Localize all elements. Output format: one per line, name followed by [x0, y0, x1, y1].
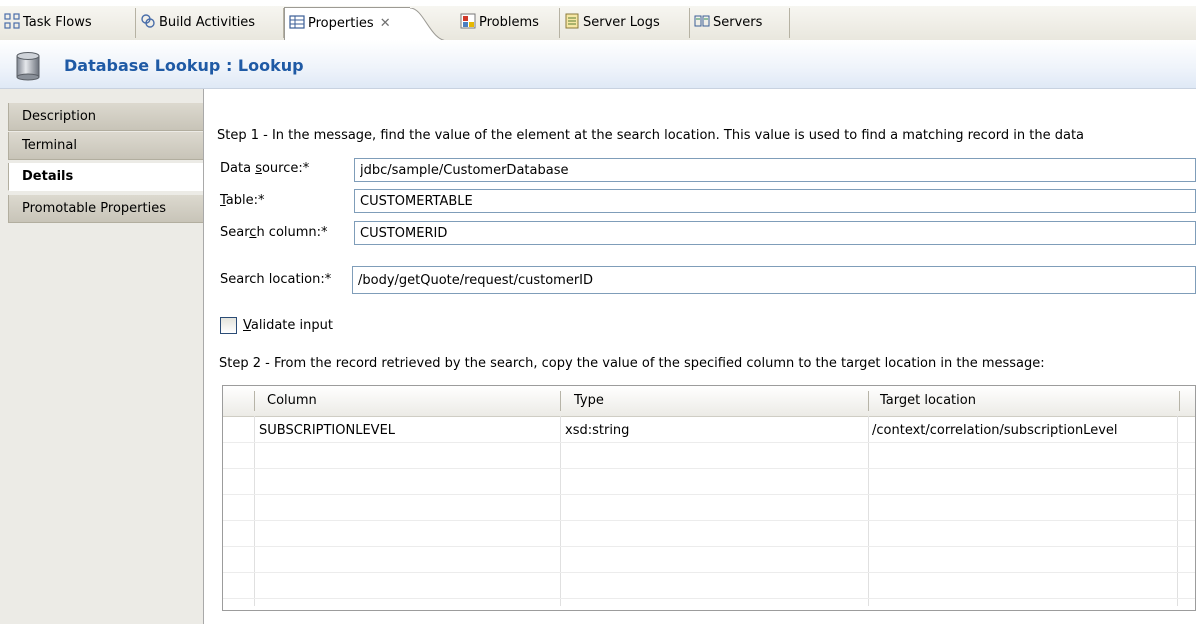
- label-part: ource:*: [261, 161, 310, 176]
- properties-title-bar: Database Lookup : Lookup: [0, 40, 1196, 89]
- column-divider: [254, 416, 255, 606]
- header-separator: [868, 391, 869, 411]
- server-logs-icon: [565, 13, 579, 29]
- tab-server-logs[interactable]: Server Logs: [560, 8, 690, 38]
- validate-input-checkbox[interactable]: [220, 317, 237, 334]
- search-column-label: Search column:*: [220, 225, 328, 240]
- label-part: Data: [220, 161, 256, 176]
- properties-icon: [289, 15, 305, 29]
- row-divider: [223, 546, 1195, 547]
- database-icon: [16, 52, 40, 81]
- sidebar-item-label: Promotable Properties: [22, 201, 166, 216]
- label-part: able:*: [225, 193, 265, 208]
- tab-build-activities[interactable]: Build Activities: [136, 8, 284, 38]
- page-title: Database Lookup : Lookup: [64, 56, 304, 75]
- search-location-label: Search location:*: [220, 272, 332, 287]
- header-separator: [254, 391, 255, 411]
- tab-problems-label: Problems: [479, 15, 539, 30]
- header-separator: [560, 391, 561, 411]
- sidebar-item-label: Details: [22, 169, 74, 184]
- tab-server-logs-label: Server Logs: [583, 15, 660, 30]
- column-divider: [1177, 416, 1178, 606]
- row-divider: [223, 598, 1195, 599]
- sidebar-item-label: Description: [22, 109, 97, 124]
- close-icon[interactable]: ✕: [380, 16, 391, 31]
- servers-icon: [694, 15, 710, 27]
- search-column-field[interactable]: [354, 221, 1196, 245]
- cell-column[interactable]: SUBSCRIPTIONLEVEL: [259, 422, 395, 440]
- row-divider: [223, 494, 1195, 495]
- row-divider: [223, 442, 1195, 443]
- step1-text: Step 1 - In the message, find the value …: [217, 128, 1085, 143]
- view-tab-bar: Task Flows Build Activities Properties ✕ …: [0, 0, 1196, 41]
- tab-slant-decoration: [410, 8, 448, 41]
- row-divider: [223, 572, 1195, 573]
- header-separator: [1179, 391, 1180, 411]
- data-source-field[interactable]: [354, 158, 1196, 182]
- row-divider: [223, 520, 1195, 521]
- properties-sidebar: Description Terminal Details Promotable …: [0, 89, 204, 624]
- sidebar-item-details[interactable]: Details: [8, 163, 203, 191]
- table-field[interactable]: [354, 189, 1196, 213]
- column-divider: [560, 416, 561, 606]
- step2-text: Step 2 - From the record retrieved by th…: [219, 356, 1045, 371]
- task-flows-icon: [4, 13, 20, 29]
- sidebar-item-terminal[interactable]: Terminal: [8, 132, 203, 160]
- validate-input-label: Validate input: [243, 318, 333, 333]
- tab-properties[interactable]: Properties ✕: [284, 7, 448, 41]
- mnemonic: V: [243, 318, 251, 333]
- label-part: alidate input: [250, 318, 333, 333]
- label-part: Sear: [220, 225, 250, 240]
- tab-servers[interactable]: Servers: [690, 8, 790, 38]
- column-header-target-location[interactable]: Target location: [880, 386, 976, 416]
- cell-type[interactable]: xsd:string: [565, 422, 629, 440]
- data-source-label: Data source:*: [220, 161, 309, 176]
- column-divider: [868, 416, 869, 606]
- column-header-column[interactable]: Column: [267, 386, 317, 416]
- row-divider: [223, 468, 1195, 469]
- mnemonic: s: [255, 161, 262, 176]
- tab-task-flows[interactable]: Task Flows: [0, 8, 136, 38]
- sidebar-item-description[interactable]: Description: [8, 103, 203, 131]
- problems-icon: [460, 13, 476, 29]
- column-mapping-table: Column Type Target location SUBSCRIPTION…: [222, 385, 1196, 611]
- tab-servers-label: Servers: [713, 15, 763, 30]
- sidebar-item-label: Terminal: [22, 138, 77, 153]
- sidebar-item-promotable-properties[interactable]: Promotable Properties: [8, 195, 203, 223]
- tab-build-activities-label: Build Activities: [159, 15, 256, 30]
- tab-properties-label: Properties: [308, 16, 374, 31]
- table-header: Column Type Target location: [223, 386, 1195, 417]
- column-header-type[interactable]: Type: [574, 386, 604, 416]
- label-part: h column:*: [256, 225, 328, 240]
- tab-task-flows-label: Task Flows: [23, 15, 92, 30]
- tab-problems[interactable]: Problems: [456, 8, 560, 38]
- search-location-field[interactable]: [352, 266, 1196, 294]
- build-activities-icon: [141, 14, 155, 28]
- table-label: Table:*: [220, 193, 265, 208]
- cell-target-location[interactable]: /context/correlation/subscriptionLevel: [872, 422, 1118, 440]
